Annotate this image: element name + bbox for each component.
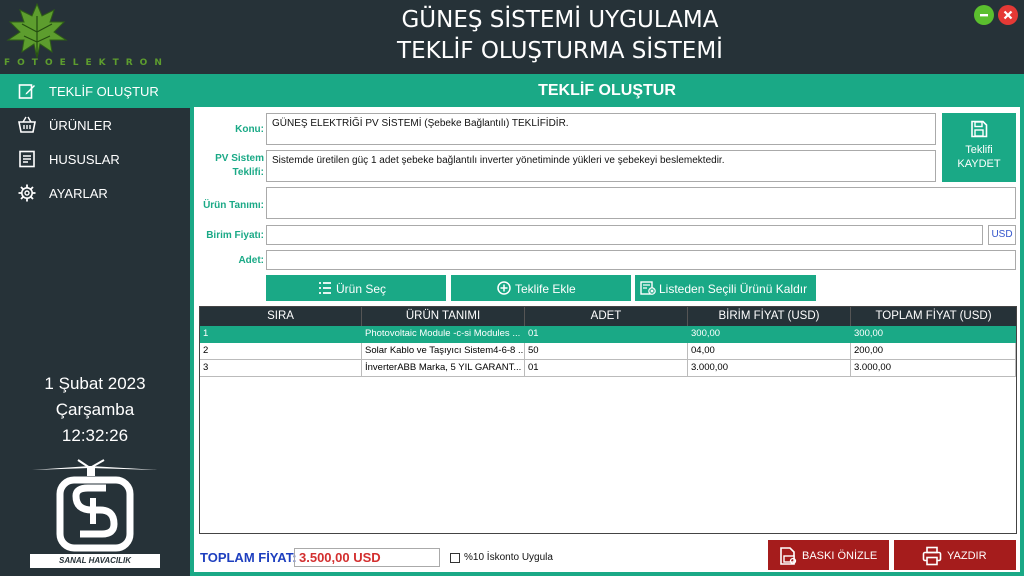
page-title: TEKLİF OLUŞTUR — [538, 82, 676, 99]
leaf-logo-icon — [6, 2, 68, 59]
helicopter-logo-icon — [32, 459, 158, 552]
adet-field[interactable] — [266, 250, 1016, 270]
cell-urun-tanimi: Photovoltaic Module -c-si Modules ... — [362, 326, 525, 343]
print-label: YAZDIR — [947, 550, 987, 562]
app-title-line-2: TEKLİF OLUŞTURMA SİSTEMİ — [397, 38, 723, 64]
cell-birim-fiyat: 04,00 — [688, 343, 851, 360]
current-time: 12:32:26 — [61, 426, 129, 445]
cell-sira: 3 — [200, 360, 362, 377]
cell-toplam-fiyat: 300,00 — [851, 326, 1016, 343]
table-row[interactable]: 2 Solar Kablo ve Taşıyıcı Sistem4-6-8 ..… — [200, 343, 1016, 360]
list-icon — [319, 282, 331, 294]
konu-field[interactable]: GÜNEŞ ELEKTRİĞİ PV SİSTEMİ (Şebeke Bağla… — [266, 113, 936, 145]
cell-urun-tanimi: Solar Kablo ve Taşıyıcı Sistem4-6-8 ... — [362, 343, 525, 360]
table-header: SIRA ÜRÜN TANIMI ADET BİRİM FİYAT (USD) … — [200, 307, 1016, 326]
column-header-adet[interactable]: ADET — [525, 307, 688, 326]
document-icon — [19, 150, 35, 168]
sidebar-item-label: HUSUSLAR — [49, 152, 120, 167]
app-title-line-1: GÜNEŞ SİSTEMİ UYGULAMA — [401, 7, 719, 33]
remove-selected-button[interactable]: Listeden Seçili Ürünü Kaldır — [635, 275, 816, 301]
select-product-label: Ürün Seç — [336, 282, 387, 296]
save-button-label-line-2: KAYDET — [957, 158, 1001, 170]
total-price-value: 3.500,00 USD — [294, 548, 440, 567]
sidebar-item-label: ÜRÜNLER — [49, 118, 112, 133]
sidebar-item-label: AYARLAR — [49, 186, 108, 201]
fotoelektron-logo: FOTOELEKTRON — [0, 0, 200, 74]
adet-label: Adet: — [238, 255, 264, 266]
close-icon — [1003, 10, 1013, 20]
cell-urun-tanimi: İnverterABB Marka, 5 YIL GARANT... — [362, 360, 525, 377]
remove-list-icon — [640, 281, 656, 295]
cell-birim-fiyat: 300,00 — [688, 326, 851, 343]
print-preview-icon — [780, 547, 797, 565]
table-row[interactable]: 3 İnverterABB Marka, 5 YIL GARANT... 01 … — [200, 360, 1016, 377]
birim-fiyati-field[interactable] — [266, 225, 983, 245]
cell-toplam-fiyat: 3.000,00 — [851, 360, 1016, 377]
save-offer-button[interactable]: Teklifi KAYDET — [942, 113, 1016, 182]
discount-checkbox-label[interactable]: %10 İskonto Uygula — [464, 552, 553, 563]
total-price-label: TOPLAM FİYAT: — [200, 550, 297, 565]
logo-text: FOTOELEKTRON — [4, 58, 169, 68]
sidebar: TEKLİF OLUŞTUR ÜRÜNLER HUSUSLAR AYARLAR … — [0, 74, 190, 576]
current-weekday: Çarşamba — [55, 400, 135, 419]
plus-circle-icon — [497, 281, 511, 295]
edit-icon — [18, 84, 35, 99]
pv-teklif-field[interactable]: Sistemde üretilen güç 1 adet şebeke bağl… — [266, 150, 936, 182]
cell-sira: 1 — [200, 326, 362, 343]
print-preview-button[interactable]: BASKI ÖNİZLE — [768, 540, 889, 570]
minimize-button[interactable] — [974, 5, 994, 25]
sanal-havacilik-logo: SANAL HAVACILIK — [30, 458, 160, 570]
table-row[interactable]: 1 Photovoltaic Module -c-si Modules ... … — [200, 326, 1016, 343]
print-button[interactable]: YAZDIR — [894, 540, 1016, 570]
print-preview-label: BASKI ÖNİZLE — [802, 550, 878, 562]
pv-label-line-1: PV Sistem — [215, 153, 264, 164]
cell-toplam-fiyat: 200,00 — [851, 343, 1016, 360]
cell-adet: 01 — [525, 360, 688, 377]
app-header: FOTOELEKTRON GÜNEŞ SİSTEMİ UYGULAMA TEKL… — [0, 0, 1024, 74]
save-button-label-line-1: Teklifi — [965, 144, 993, 156]
column-header-toplam-fiyat[interactable]: TOPLAM FİYAT (USD) — [851, 307, 1016, 326]
column-header-birim-fiyat[interactable]: BİRİM FİYAT (USD) — [688, 307, 851, 326]
close-button[interactable] — [998, 5, 1018, 25]
sidebar-item-label: TEKLİF OLUŞTUR — [49, 84, 159, 99]
main-area: TEKLİF OLUŞTUR Konu: GÜNEŞ ELEKTRİĞİ PV … — [190, 74, 1024, 576]
remove-selected-label: Listeden Seçili Ürünü Kaldır — [659, 282, 808, 296]
floppy-disk-icon — [971, 120, 988, 138]
cell-birim-fiyat: 3.000,00 — [688, 360, 851, 377]
urun-tanimi-label: Ürün Tanımı: — [203, 200, 264, 211]
sidebar-item-hususlar[interactable]: HUSUSLAR — [0, 142, 190, 176]
pv-label-line-2: Teklifi: — [232, 167, 264, 178]
add-to-offer-label: Teklife Ekle — [515, 282, 576, 296]
cell-adet: 01 — [525, 326, 688, 343]
urun-tanimi-field[interactable] — [266, 187, 1016, 219]
cell-sira: 2 — [200, 343, 362, 360]
basket-icon — [18, 116, 36, 133]
konu-label: Konu: — [235, 124, 264, 135]
sidebar-item-urunler[interactable]: ÜRÜNLER — [0, 108, 190, 142]
brand-text: SANAL HAVACILIK — [30, 554, 160, 568]
sidebar-item-ayarlar[interactable]: AYARLAR — [0, 176, 190, 210]
column-header-urun-tanimi[interactable]: ÜRÜN TANIMI — [362, 307, 525, 326]
offer-items-table[interactable]: SIRA ÜRÜN TANIMI ADET BİRİM FİYAT (USD) … — [199, 306, 1017, 534]
currency-selector[interactable]: USD — [988, 225, 1016, 245]
column-header-sira[interactable]: SIRA — [200, 307, 362, 326]
offer-form-panel: Konu: GÜNEŞ ELEKTRİĞİ PV SİSTEMİ (Şebeke… — [194, 107, 1020, 572]
gear-icon — [18, 184, 36, 202]
discount-checkbox[interactable] — [450, 553, 460, 563]
offer-footer: TOPLAM FİYAT: 3.500,00 USD %10 İskonto U… — [194, 538, 1020, 572]
birim-fiyati-label: Birim Fiyatı: — [206, 230, 264, 241]
current-date: 1 Şubat 2023 — [44, 374, 146, 393]
printer-icon — [922, 546, 942, 566]
select-product-button[interactable]: Ürün Seç — [266, 275, 446, 301]
add-to-offer-button[interactable]: Teklife Ekle — [451, 275, 631, 301]
sidebar-item-teklif-olustur[interactable]: TEKLİF OLUŞTUR — [0, 74, 190, 108]
cell-adet: 50 — [525, 343, 688, 360]
minimize-icon — [980, 14, 988, 17]
